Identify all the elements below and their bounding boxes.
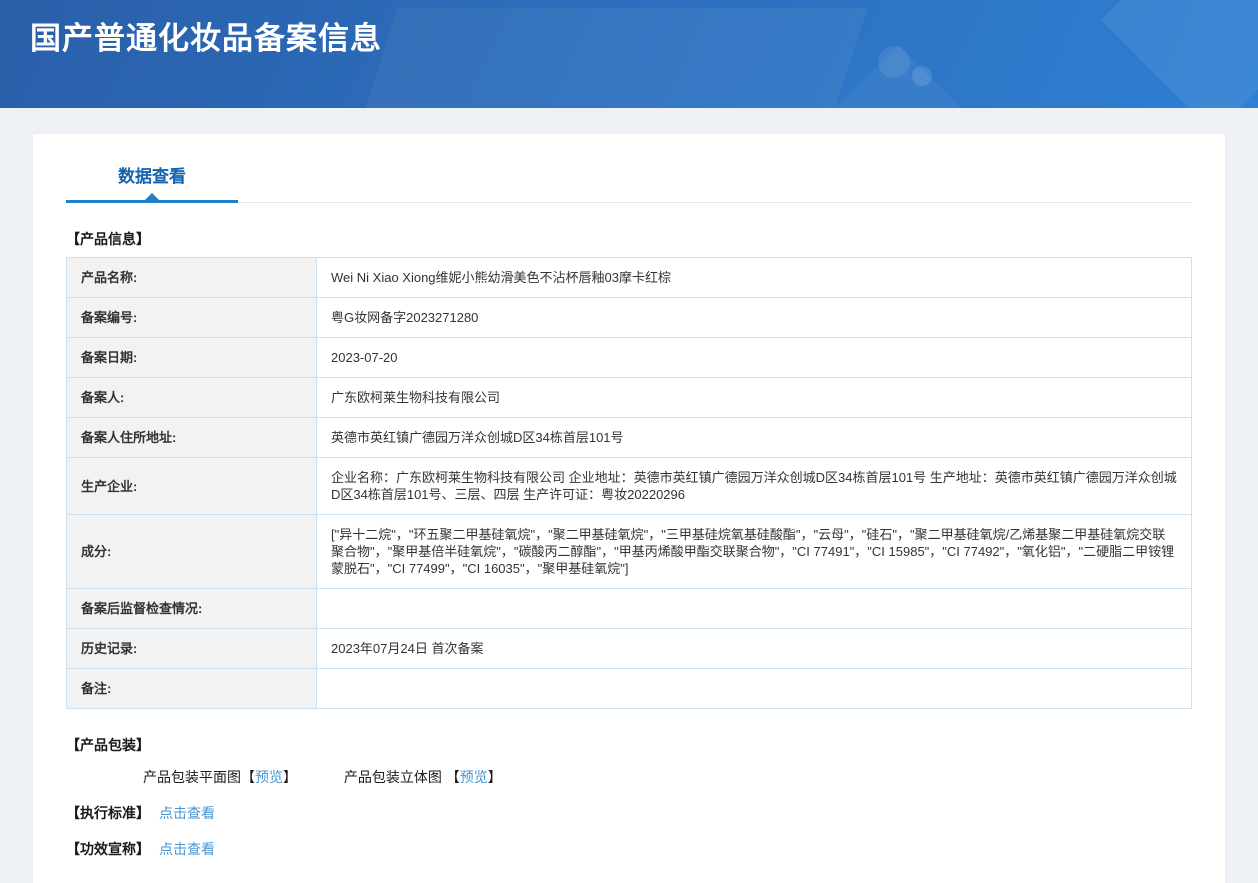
row-label: 备案后监督检查情况: <box>67 589 317 629</box>
bracket-open: 【 <box>241 769 255 785</box>
row-value: 广东欧柯莱生物科技有限公司 <box>317 378 1192 418</box>
table-row: 备案人: 广东欧柯莱生物科技有限公司 <box>67 378 1192 418</box>
row-label: 备案人住所地址: <box>67 418 317 458</box>
row-label: 备案编号: <box>67 298 317 338</box>
row-value <box>317 589 1192 629</box>
table-row: 备注: <box>67 669 1192 709</box>
tab-bar: 数据查看 <box>66 162 1192 203</box>
row-value: 企业名称：广东欧柯莱生物科技有限公司 企业地址：英德市英红镇广德园万洋众创城D区… <box>317 458 1192 515</box>
table-row: 备案人住所地址: 英德市英红镇广德园万洋众创城D区34栋首层101号 <box>67 418 1192 458</box>
row-value: 粤G妆网备字2023271280 <box>317 298 1192 338</box>
bracket-close: 】 <box>488 769 502 785</box>
content-card: 数据查看 【产品信息】 产品名称: Wei Ni Xiao Xiong维妮小熊幼… <box>33 134 1225 883</box>
section-title-product-info: 【产品信息】 <box>66 229 1192 249</box>
header-decoration <box>1101 0 1258 108</box>
efficacy-view-link[interactable]: 点击查看 <box>159 841 215 857</box>
row-label: 历史记录: <box>67 629 317 669</box>
row-value <box>317 669 1192 709</box>
bracket-close: 】 <box>283 769 297 785</box>
bracket-open: 【 <box>446 769 460 785</box>
row-label: 生产企业: <box>67 458 317 515</box>
table-row: 成分: ["异十二烷"，"环五聚二甲基硅氧烷"，"聚二甲基硅氧烷"，"三甲基硅烷… <box>67 515 1192 589</box>
table-row: 备案日期: 2023-07-20 <box>67 338 1192 378</box>
header-decoration <box>342 8 867 108</box>
page-header: 国产普通化妆品备案信息 <box>0 0 1258 108</box>
packaging-stereo-item: 产品包装立体图 【预览】 <box>344 767 502 787</box>
table-row: 产品名称: Wei Ni Xiao Xiong维妮小熊幼滑美色不沾杯唇釉03摩卡… <box>67 258 1192 298</box>
table-row: 备案编号: 粤G妆网备字2023271280 <box>67 298 1192 338</box>
row-label: 备案人: <box>67 378 317 418</box>
row-label: 备注: <box>67 669 317 709</box>
section-title-efficacy: 【功效宣称】 <box>66 841 150 857</box>
row-label: 产品名称: <box>67 258 317 298</box>
packaging-line: 产品包装平面图【预览】 产品包装立体图 【预览】 <box>66 767 1192 787</box>
row-value: 英德市英红镇广德园万洋众创城D区34栋首层101号 <box>317 418 1192 458</box>
table-row: 历史记录: 2023年07月24日 首次备案 <box>67 629 1192 669</box>
row-value: Wei Ni Xiao Xiong维妮小熊幼滑美色不沾杯唇釉03摩卡红棕 <box>317 258 1192 298</box>
table-row: 生产企业: 企业名称：广东欧柯莱生物科技有限公司 企业地址：英德市英红镇广德园万… <box>67 458 1192 515</box>
standard-view-link[interactable]: 点击查看 <box>159 805 215 821</box>
row-value: 2023-07-20 <box>317 338 1192 378</box>
packaging-stereo-preview-link[interactable]: 预览 <box>460 769 488 785</box>
row-label: 备案日期: <box>67 338 317 378</box>
page-body: 数据查看 【产品信息】 产品名称: Wei Ni Xiao Xiong维妮小熊幼… <box>0 108 1258 883</box>
header-decoration <box>912 66 932 86</box>
table-row: 备案后监督检查情况: <box>67 589 1192 629</box>
packaging-flat-label: 产品包装平面图 <box>143 769 241 785</box>
row-label: 成分: <box>67 515 317 589</box>
header-decoration <box>878 46 910 78</box>
row-value: 2023年07月24日 首次备案 <box>317 629 1192 669</box>
page-title: 国产普通化妆品备案信息 <box>30 13 382 58</box>
section-title-packaging: 【产品包装】 <box>66 735 1192 755</box>
row-value: ["异十二烷"，"环五聚二甲基硅氧烷"，"聚二甲基硅氧烷"，"三甲基硅烷氧基硅酸… <box>317 515 1192 589</box>
section-title-standard: 【执行标准】 <box>66 805 150 821</box>
packaging-flat-item: 产品包装平面图【预览】 <box>143 767 297 787</box>
standard-section: 【执行标准】点击查看 <box>66 803 1192 823</box>
tab-data-view[interactable]: 数据查看 <box>66 162 238 203</box>
product-info-table: 产品名称: Wei Ni Xiao Xiong维妮小熊幼滑美色不沾杯唇釉03摩卡… <box>66 257 1192 709</box>
efficacy-section: 【功效宣称】点击查看 <box>66 839 1192 859</box>
packaging-stereo-label: 产品包装立体图 <box>344 769 446 785</box>
header-decoration <box>813 45 983 108</box>
packaging-flat-preview-link[interactable]: 预览 <box>255 769 283 785</box>
